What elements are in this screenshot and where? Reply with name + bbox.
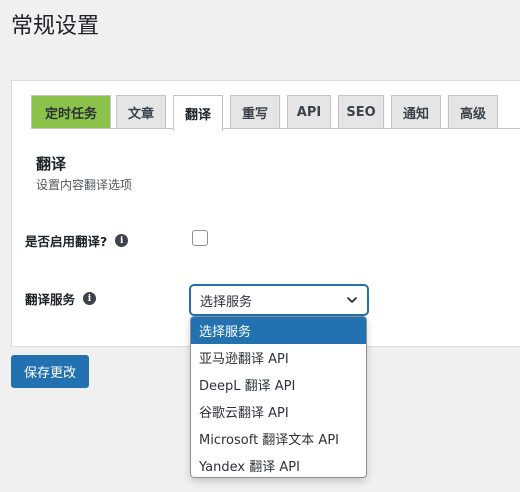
tab-rewrite[interactable]: 重写 <box>230 95 280 129</box>
info-icon[interactable]: i <box>83 292 97 305</box>
translation-service-field: 翻译服务 i <box>25 289 97 308</box>
dropdown-option[interactable]: DeepL 翻译 API <box>191 371 366 398</box>
tab-api[interactable]: API <box>287 95 331 129</box>
tab-posts[interactable]: 文章 <box>116 95 166 129</box>
dropdown-option[interactable]: Microsoft 翻译文本 API <box>191 425 366 452</box>
tab-translation[interactable]: 翻译 <box>173 95 223 131</box>
translation-service-label: 翻译服务 <box>25 292 76 307</box>
section-description: 设置内容翻译选项 <box>36 178 133 192</box>
enable-translation-field: 是否启用翻译? i <box>25 231 129 250</box>
dropdown-option[interactable]: Yandex 翻译 API <box>191 452 366 477</box>
enable-translation-checkbox[interactable] <box>192 230 208 246</box>
tab-advanced[interactable]: 高级 <box>448 95 498 129</box>
service-dropdown-list: 选择服务 亚马逊翻译 API DeepL 翻译 API 谷歌云翻译 API Mi… <box>190 316 367 478</box>
section-title: 翻译 <box>36 155 67 173</box>
enable-translation-label: 是否启用翻译? <box>25 234 108 249</box>
tab-seo[interactable]: SEO <box>338 95 384 129</box>
select-value: 选择服务 <box>200 294 253 310</box>
info-icon[interactable]: i <box>115 234 129 247</box>
dropdown-option[interactable]: 选择服务 <box>191 317 366 344</box>
translation-service-select[interactable]: 选择服务 <box>190 285 368 315</box>
tab-divider <box>31 128 520 129</box>
tab-scheduled-tasks[interactable]: 定时任务 <box>31 95 111 129</box>
dropdown-option[interactable]: 亚马逊翻译 API <box>191 344 366 371</box>
settings-panel: 定时任务 文章 翻译 重写 API SEO 通知 高级 翻译 设置内容翻译选项 … <box>11 80 520 347</box>
dropdown-option[interactable]: 谷歌云翻译 API <box>191 398 366 425</box>
chevron-down-icon <box>347 297 357 303</box>
save-button[interactable]: 保存更改 <box>11 355 89 388</box>
tab-notifications[interactable]: 通知 <box>391 95 441 129</box>
page-title: 常规设置 <box>11 14 100 39</box>
